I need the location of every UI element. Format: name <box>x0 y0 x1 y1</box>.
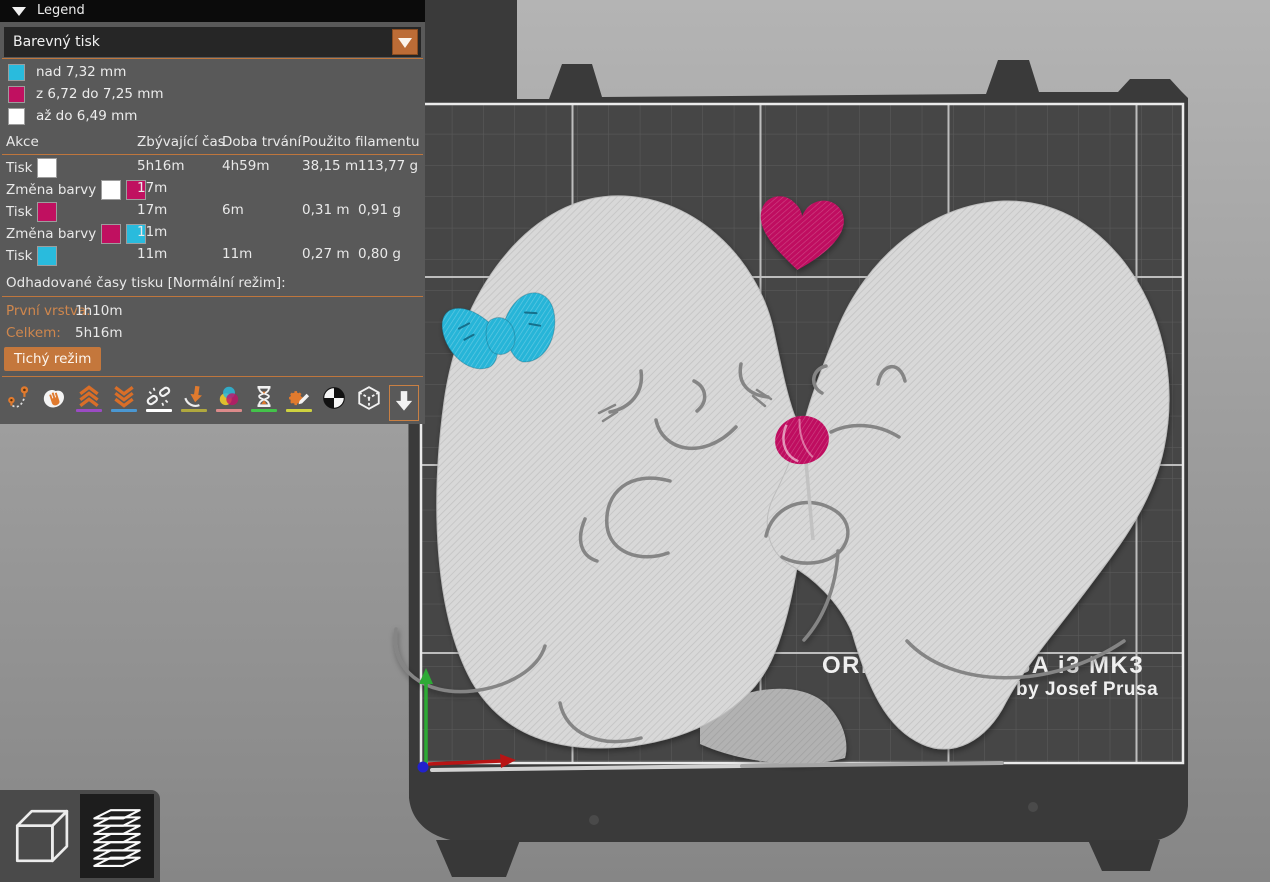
filament-swatch <box>37 202 57 222</box>
scale-label: nad 7,32 mm <box>36 64 126 80</box>
separator <box>2 296 423 297</box>
table-row: Změna barvy 17m <box>0 180 425 202</box>
action-cell: Změna barvy <box>6 224 146 244</box>
seams-icon[interactable] <box>144 385 174 422</box>
scale-label: z 6,72 do 7,25 mm <box>36 86 164 102</box>
deretractions-icon[interactable] <box>109 385 139 422</box>
layers-icon <box>86 805 148 867</box>
bed-foot-left <box>436 840 520 877</box>
filament-m-cell: 0,27 m <box>302 246 350 262</box>
remaining-cell: 5h16m <box>137 158 184 174</box>
scale-item: až do 6,49 mm <box>8 106 137 126</box>
collapse-triangle-icon[interactable] <box>12 7 26 16</box>
duration-cell: 6m <box>222 202 244 218</box>
color-swatch <box>8 86 25 103</box>
filament-m-cell: 38,15 m <box>302 158 358 174</box>
duration-cell: 4h59m <box>222 158 269 174</box>
remaining-cell: 11m <box>137 224 167 240</box>
col-header-action: Akce <box>6 134 39 150</box>
bed-brand-subtext: by Josef Prusa <box>1016 679 1158 700</box>
estimates-header: Odhadované časy tisku [Normální režim]: <box>6 275 286 291</box>
center-of-gravity-icon[interactable] <box>319 385 349 422</box>
remaining-cell: 11m <box>137 246 167 262</box>
legend-toggle-icon[interactable] <box>389 385 419 421</box>
filament-m-cell: 0,31 m <box>302 202 350 218</box>
filament-g-cell: 0,80 g <box>358 246 401 262</box>
total-label: Celkem: <box>6 325 61 341</box>
total-value: 5h16m <box>75 325 122 341</box>
stealth-mode-button[interactable]: Tichý režim <box>4 347 101 371</box>
table-row: Tisk 5h16m 4h59m 38,15 m 113,77 g <box>0 158 425 180</box>
scale-item: nad 7,32 mm <box>8 62 126 82</box>
scale-item: z 6,72 do 7,25 mm <box>8 84 164 104</box>
action-cell: Změna barvy <box>6 180 146 200</box>
first-layer-value: 1h10m <box>75 303 122 319</box>
remaining-cell: 17m <box>137 180 167 196</box>
legend-title: Legend <box>37 0 85 22</box>
filament-g-cell: 113,77 g <box>358 158 418 174</box>
travels-icon[interactable] <box>4 385 34 422</box>
duration-cell: 11m <box>222 246 252 262</box>
shells-icon[interactable] <box>354 385 384 422</box>
action-cell: Tisk <box>6 246 57 266</box>
custom-gcode-icon[interactable] <box>284 385 314 422</box>
view-layers-button[interactable] <box>80 794 154 878</box>
scale-label: až do 6,49 mm <box>36 108 137 124</box>
filament-swatch <box>101 180 121 200</box>
separator <box>2 376 423 377</box>
col-header-remaining: Zbývající čas <box>137 134 225 150</box>
filament-swatch <box>37 158 57 178</box>
view-mode-switcher <box>0 790 160 882</box>
tool-changes-icon[interactable] <box>179 385 209 422</box>
action-cell: Tisk <box>6 202 57 222</box>
legend-titlebar[interactable]: Legend <box>0 0 425 22</box>
remaining-cell: 17m <box>137 202 167 218</box>
color-swatch <box>8 108 25 125</box>
pause-prints-icon[interactable] <box>249 385 279 422</box>
table-row: Tisk 11m 11m 0,27 m 0,80 g <box>0 246 425 268</box>
axis-z-blue <box>418 762 429 773</box>
separator <box>2 58 423 59</box>
action-cell: Tisk <box>6 158 57 178</box>
filament-swatch <box>101 224 121 244</box>
view-3d-button[interactable] <box>3 794 77 878</box>
bed-foot-right <box>1088 840 1160 871</box>
color-changes-icon[interactable] <box>214 385 244 422</box>
col-header-duration: Doba trvání <box>222 134 301 150</box>
col-header-filament: Použito filamentu <box>302 134 420 150</box>
preview-options-toolbar <box>4 385 419 423</box>
legend-panel: Legend Barevný tisk nad 7,32 mm z 6,72 d… <box>0 0 425 424</box>
combo-dropdown-button[interactable] <box>392 29 418 55</box>
view-type-combo[interactable]: Barevný tisk <box>4 27 421 57</box>
table-row: Změna barvy 11m <box>0 224 425 246</box>
view-type-value: Barevný tisk <box>13 27 100 57</box>
table-row: Tisk 17m 6m 0,31 m 0,91 g <box>0 202 425 224</box>
cube-icon <box>9 805 71 867</box>
chevron-down-icon <box>398 38 412 48</box>
retractions-icon[interactable] <box>74 385 104 422</box>
wipe-icon[interactable] <box>39 385 69 422</box>
filament-swatch <box>37 246 57 266</box>
separator <box>2 154 423 155</box>
egg-character-left <box>437 196 808 748</box>
filament-g-cell: 0,91 g <box>358 202 401 218</box>
color-swatch <box>8 64 25 81</box>
